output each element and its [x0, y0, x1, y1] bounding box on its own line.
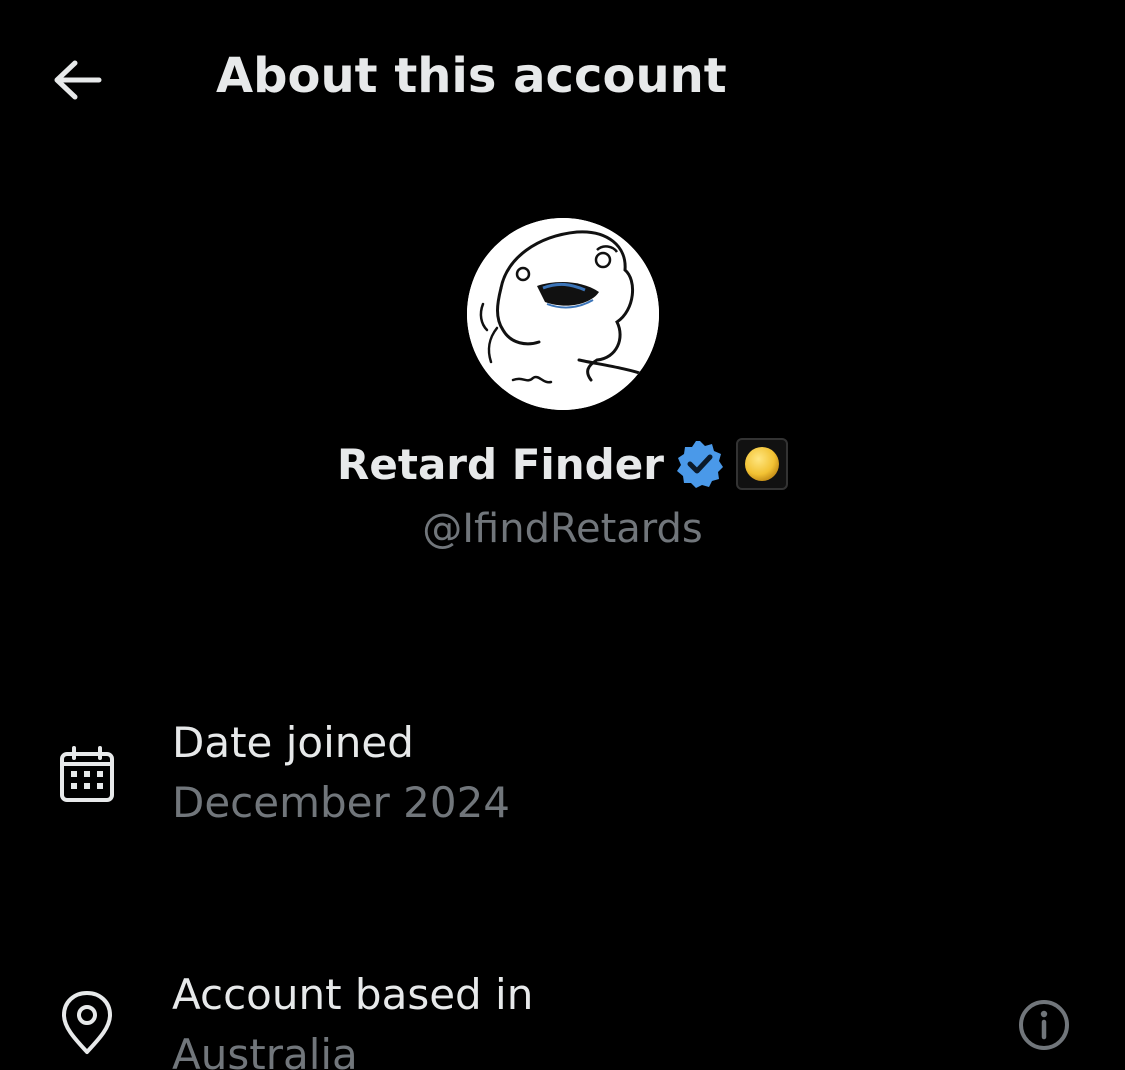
account-location-value: Australia	[172, 1030, 358, 1070]
info-icon	[1019, 1000, 1069, 1050]
account-location-label: Account based in	[172, 970, 534, 1019]
back-button[interactable]	[40, 44, 116, 116]
arrow-left-icon	[54, 60, 102, 100]
about-account-page: About this account Retard Finder @IfindR…	[0, 0, 1125, 1070]
page-title: About this account	[216, 48, 727, 104]
name-row: Retard Finder	[0, 438, 1125, 490]
username-handle: @IfindRetards	[422, 506, 703, 552]
location-info-button[interactable]	[1015, 996, 1073, 1054]
display-name: Retard Finder	[337, 439, 664, 489]
status-emoji	[735, 438, 788, 490]
calendar-icon	[54, 742, 120, 808]
date-joined-row: Date joined December 2024	[0, 716, 1125, 846]
top-app-bar: About this account	[0, 0, 1125, 160]
location-pin-icon	[54, 990, 120, 1056]
date-joined-value: December 2024	[172, 778, 511, 827]
yellow-circle-icon	[744, 447, 779, 481]
date-joined-label: Date joined	[172, 718, 414, 767]
avatar[interactable]	[467, 218, 659, 410]
account-location-row: Account based in Australia	[0, 968, 1125, 1070]
verified-check-icon	[676, 441, 723, 488]
avatar-drawing	[467, 218, 659, 410]
